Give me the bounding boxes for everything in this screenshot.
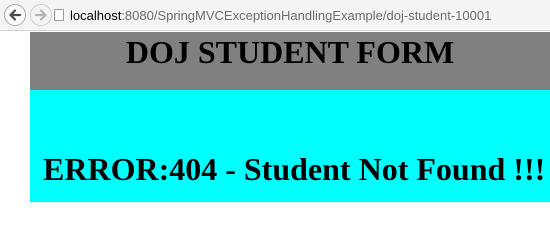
page-icon — [54, 9, 64, 21]
address-bar[interactable]: localhost :8080/SpringMVCExceptionHandli… — [54, 5, 546, 25]
arrow-left-icon — [9, 9, 22, 21]
error-message: ERROR:404 - Student Not Found !!! — [43, 151, 546, 187]
forward-button[interactable] — [30, 4, 52, 26]
url-host: localhost — [70, 7, 122, 23]
content-area: ERROR:404 - Student Not Found !!! — [30, 90, 550, 202]
arrow-right-icon — [34, 9, 47, 21]
back-button[interactable] — [4, 4, 26, 26]
page-title: DOJ STUDENT FORM — [125, 34, 455, 70]
browser-toolbar: localhost :8080/SpringMVCExceptionHandli… — [0, 0, 550, 31]
page-header: DOJ STUDENT FORM — [30, 32, 550, 90]
url-path: :8080/SpringMVCExceptionHandlingExample/… — [121, 7, 492, 23]
